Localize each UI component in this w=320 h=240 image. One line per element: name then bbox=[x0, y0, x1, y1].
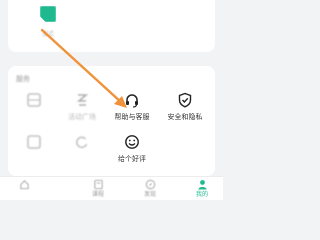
blurred-grid-icon bbox=[27, 135, 41, 149]
service-label: 帮助与客服 bbox=[114, 113, 150, 121]
blurred-grid-icon bbox=[27, 93, 41, 107]
service-item-blurred-2[interactable] bbox=[12, 134, 56, 172]
tab-label: 课程 bbox=[91, 191, 104, 198]
services-card: 服务 活动广场 帮助与客服 安全和隐私 给个好评 bbox=[8, 66, 215, 176]
person-icon bbox=[197, 180, 207, 190]
service-item-blurred-3[interactable] bbox=[60, 134, 104, 172]
bottom-tab-bar: 课程 发现 我的 bbox=[0, 176, 223, 200]
service-item-blurred-1[interactable] bbox=[12, 92, 56, 130]
account-card: 宠式 bbox=[8, 0, 215, 52]
smiley-icon bbox=[125, 135, 139, 149]
profile-screen: 宠式 服务 活动广场 帮助与客服 安全和隐私 给个好评 课程 发现 我的 bbox=[0, 0, 223, 200]
tab-home[interactable] bbox=[8, 179, 40, 200]
shield-check-icon bbox=[178, 92, 192, 108]
book-icon bbox=[93, 179, 103, 190]
compass-icon bbox=[145, 179, 155, 190]
tab-mine[interactable]: 我的 bbox=[186, 179, 218, 200]
folder-icon[interactable] bbox=[40, 6, 56, 22]
account-card-label: 宠式 bbox=[41, 31, 54, 38]
headset-icon bbox=[126, 94, 138, 108]
service-label: 安全和隐私 bbox=[167, 113, 203, 121]
blurred-refresh-icon bbox=[76, 136, 88, 149]
tab-label: 我的 bbox=[195, 191, 208, 198]
service-item-rate[interactable]: 给个好评 bbox=[110, 134, 154, 172]
home-icon bbox=[19, 180, 29, 190]
service-label: 活动广场 bbox=[68, 113, 96, 121]
service-item-security[interactable]: 安全和隐私 bbox=[163, 92, 207, 130]
tab-courses[interactable]: 课程 bbox=[82, 179, 114, 200]
services-title: 服务 bbox=[16, 75, 30, 83]
activity-icon bbox=[76, 94, 89, 106]
service-item-activity[interactable]: 活动广场 bbox=[60, 92, 104, 130]
service-label: 给个好评 bbox=[118, 155, 146, 163]
tab-discover[interactable]: 发现 bbox=[134, 179, 166, 200]
tab-label: 发现 bbox=[143, 191, 156, 198]
service-item-help[interactable]: 帮助与客服 bbox=[110, 92, 154, 130]
